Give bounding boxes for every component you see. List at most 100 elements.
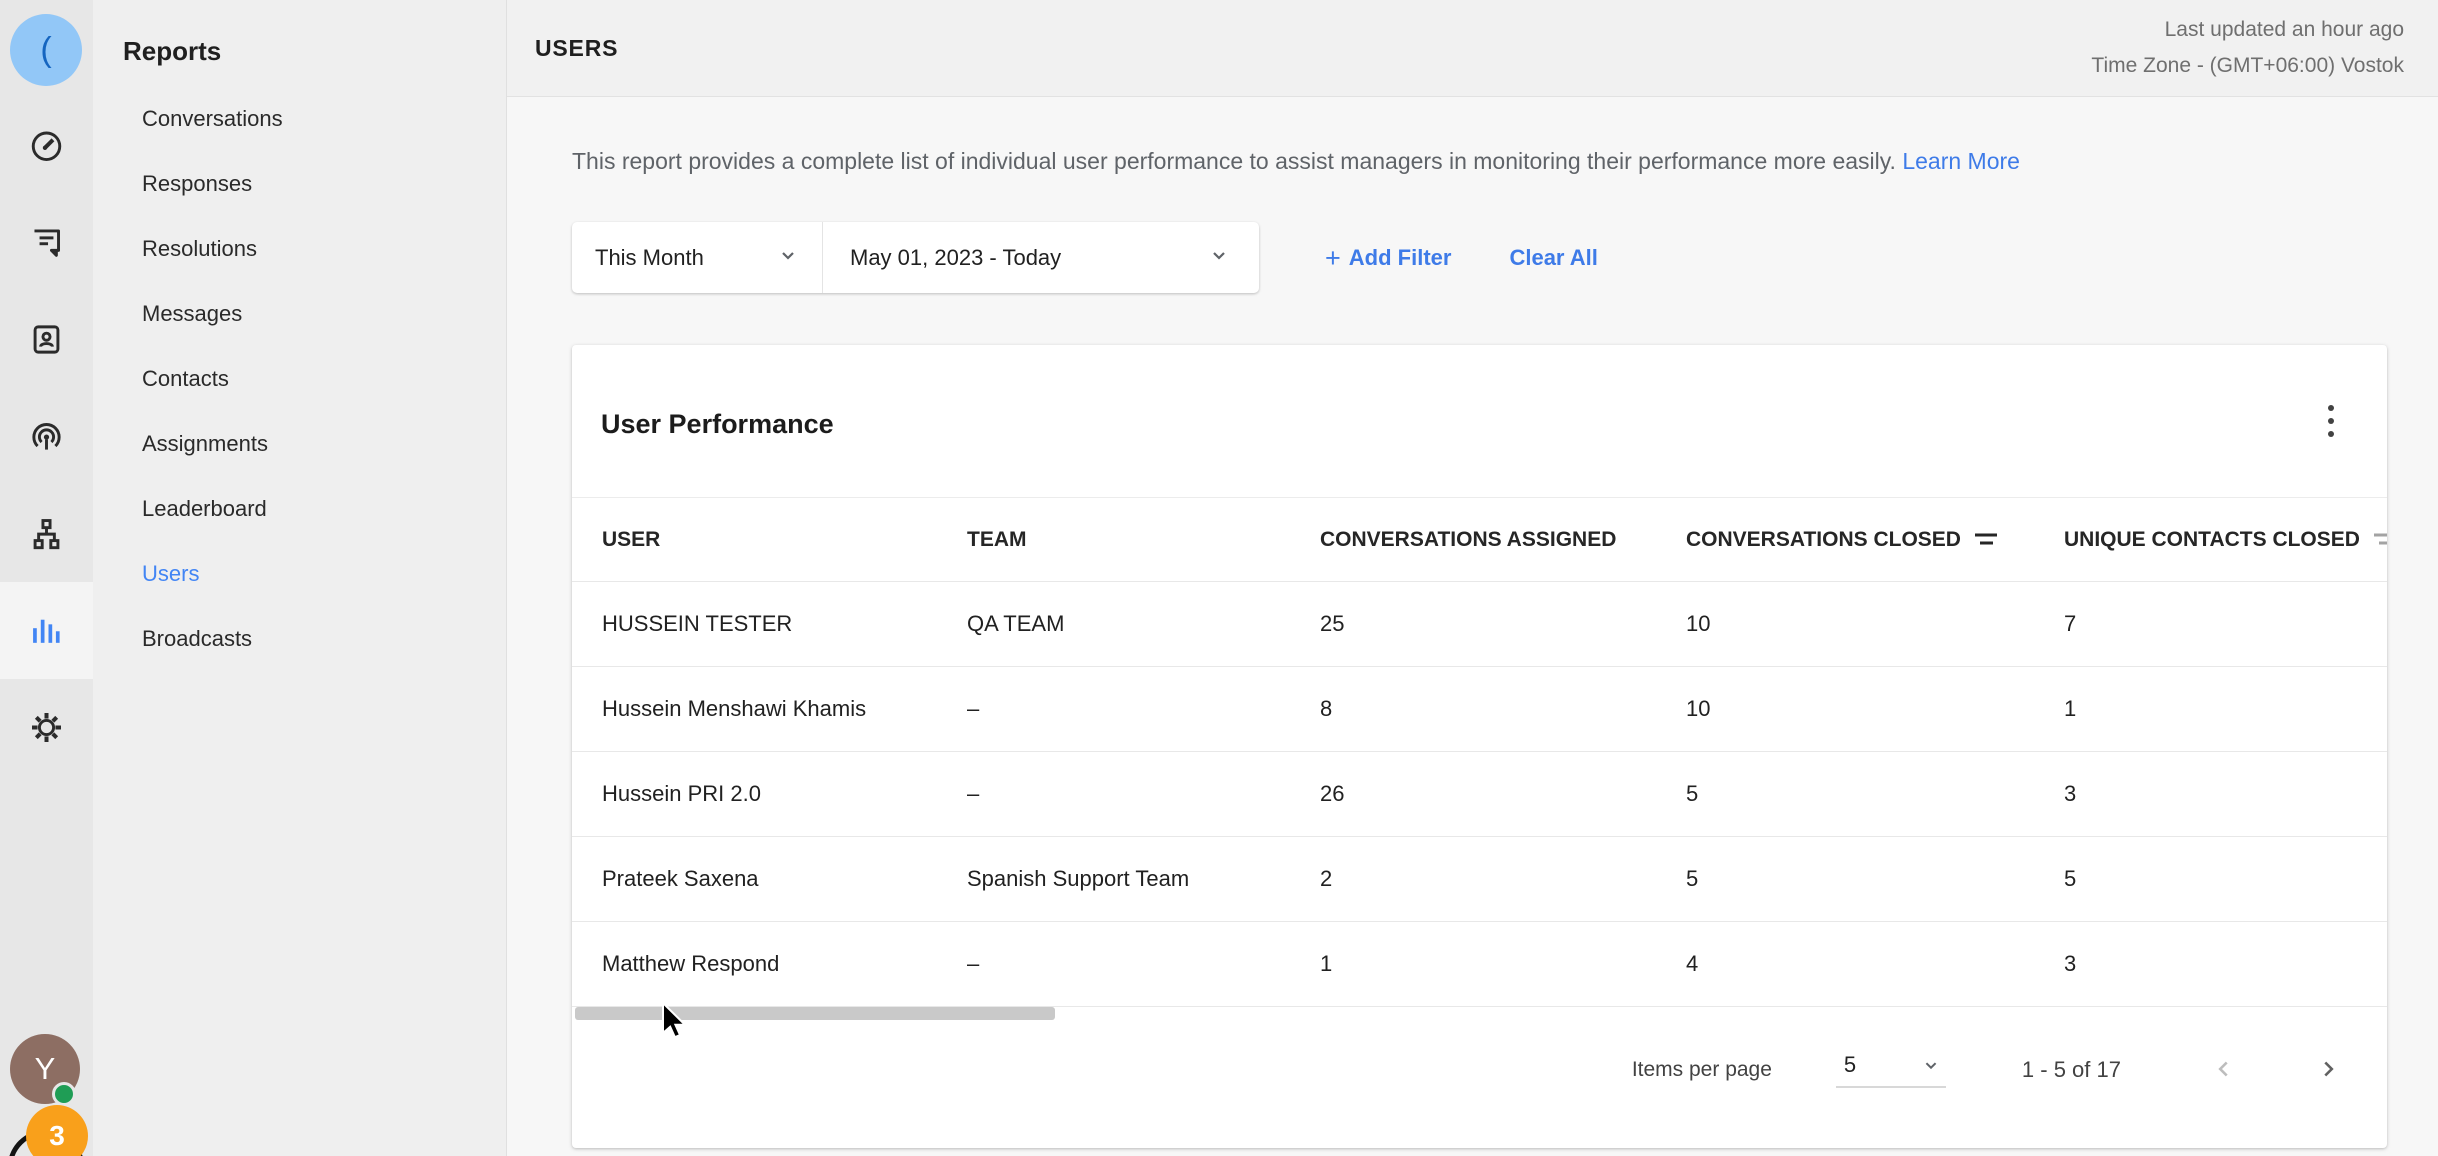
table-cell: 25	[1320, 611, 1686, 637]
inbox-chat-icon	[28, 224, 65, 261]
rail-item-dashboard[interactable]	[0, 97, 93, 194]
page-size-value: 5	[1844, 1052, 1856, 1078]
page-size-select[interactable]: 5	[1836, 1052, 1946, 1088]
table-cell: 5	[1686, 866, 2064, 892]
table-cell: –	[967, 781, 1320, 807]
sidebar-item-conversations[interactable]: Conversations	[93, 86, 506, 151]
previous-page-button[interactable]	[2205, 1050, 2243, 1091]
clear-all-button[interactable]: Clear All	[1509, 245, 1597, 271]
column-header[interactable]: CONVERSATIONS ASSIGNED	[1320, 528, 1686, 552]
sidebar-item-broadcasts[interactable]: Broadcasts	[93, 606, 506, 671]
table-cell: 3	[2064, 781, 2387, 807]
table-cell: 5	[1686, 781, 2064, 807]
chevron-down-icon	[776, 243, 800, 272]
rail-item-broadcast[interactable]	[0, 388, 93, 485]
column-header[interactable]: TEAM	[967, 528, 1320, 552]
sort-icon[interactable]	[1973, 529, 1999, 551]
table-cell: 7	[2064, 611, 2387, 637]
filter-row: This Month May 01, 2023 - Today + Add Fi…	[572, 222, 1598, 293]
table-cell: 8	[1320, 696, 1686, 722]
settings-gear-icon	[28, 709, 65, 746]
table-row[interactable]: Matthew Respond–143	[572, 922, 2387, 1007]
table-cell: 1	[1320, 951, 1686, 977]
broadcast-antenna-icon	[28, 418, 65, 455]
report-meta: Last updated an hour ago Time Zone - (GM…	[2091, 12, 2404, 84]
learn-more-link[interactable]: Learn More	[1902, 148, 2020, 174]
column-header-label: CONVERSATIONS ASSIGNED	[1320, 528, 1616, 552]
page-topbar: USERS Last updated an hour ago Time Zone…	[507, 0, 2438, 97]
page-title: USERS	[535, 35, 618, 62]
date-range-dropdown[interactable]: May 01, 2023 - Today	[823, 222, 1259, 293]
sort-icon[interactable]	[2372, 529, 2387, 551]
rail-item-contacts[interactable]	[0, 291, 93, 388]
timezone-text: Time Zone - (GMT+06:00) Vostok	[2091, 48, 2404, 84]
card-title: User Performance	[601, 409, 834, 440]
table-cell: 10	[1686, 611, 2064, 637]
table-cell: 2	[1320, 866, 1686, 892]
next-page-button[interactable]	[2309, 1050, 2347, 1091]
period-value: This Month	[595, 245, 704, 271]
date-range-value: May 01, 2023 - Today	[850, 245, 1061, 271]
notification-badge[interactable]: 3	[26, 1105, 88, 1156]
card-header: User Performance	[572, 345, 2387, 497]
chevron-right-icon	[2315, 1056, 2341, 1082]
table-cell: Matthew Respond	[602, 951, 967, 977]
sidebar-item-responses[interactable]: Responses	[93, 151, 506, 216]
user-initial: Y	[35, 1051, 56, 1087]
table-row[interactable]: HUSSEIN TESTERQA TEAM25107	[572, 582, 2387, 667]
column-header[interactable]: CONVERSATIONS CLOSED	[1686, 528, 2064, 552]
rail-item-inbox[interactable]	[0, 194, 93, 291]
kebab-menu-icon[interactable]	[2311, 397, 2351, 445]
table-cell: 1	[2064, 696, 2387, 722]
page-range-label: 1 - 5 of 17	[2022, 1057, 2121, 1083]
sidebar-item-contacts[interactable]: Contacts	[93, 346, 506, 411]
period-dropdown[interactable]: This Month	[572, 222, 822, 293]
table-cell: QA TEAM	[967, 611, 1320, 637]
last-updated-text: Last updated an hour ago	[2091, 12, 2404, 48]
contacts-card-icon	[28, 321, 65, 358]
rail-item-settings[interactable]	[0, 679, 93, 776]
items-per-page-label: Items per page	[1632, 1058, 1772, 1082]
table-row[interactable]: Hussein Menshawi Khamis–8101	[572, 667, 2387, 752]
paginator: Items per page 5 1 - 5 of 17	[572, 1025, 2347, 1115]
table-cell: 10	[1686, 696, 2064, 722]
report-description-text: This report provides a complete list of …	[572, 148, 1896, 174]
app-window: (	[0, 0, 2438, 1156]
date-filter-box: This Month May 01, 2023 - Today	[572, 222, 1259, 293]
chevron-left-icon	[2211, 1056, 2237, 1082]
chevron-down-icon	[1920, 1054, 1942, 1076]
plus-icon: +	[1325, 247, 1341, 269]
column-header-label: CONVERSATIONS CLOSED	[1686, 528, 1961, 552]
icon-rail: (	[0, 0, 93, 1156]
table-cell: Prateek Saxena	[602, 866, 967, 892]
table-header-row: USER TEAM CONVERSATIONS ASSIGNED CONVERSATI…	[572, 497, 2387, 582]
horizontal-scrollbar[interactable]	[575, 1007, 1055, 1020]
sidebar-item-users[interactable]: Users	[93, 541, 506, 606]
column-header-label: TEAM	[967, 528, 1027, 552]
online-status-dot	[52, 1082, 76, 1106]
column-header-label: UNIQUE CONTACTS CLOSED	[2064, 528, 2360, 552]
table-cell: Spanish Support Team	[967, 866, 1320, 892]
table-row[interactable]: Prateek SaxenaSpanish Support Team255	[572, 837, 2387, 922]
column-header[interactable]: USER	[602, 528, 967, 552]
sidebar-item-resolutions[interactable]: Resolutions	[93, 216, 506, 281]
workspace-avatar[interactable]: (	[10, 14, 82, 86]
table-body: HUSSEIN TESTERQA TEAM25107Hussein Mensha…	[572, 582, 2387, 1007]
table-row[interactable]: Hussein PRI 2.0–2653	[572, 752, 2387, 837]
sidebar-item-messages[interactable]: Messages	[93, 281, 506, 346]
sidebar-item-assignments[interactable]: Assignments	[93, 411, 506, 476]
filter-actions: + Add Filter Clear All	[1325, 245, 1598, 271]
rail-item-reports[interactable]	[0, 582, 93, 679]
reports-bar-chart-icon	[28, 612, 65, 649]
table-cell: 26	[1320, 781, 1686, 807]
column-header[interactable]: UNIQUE CONTACTS CLOSED	[2064, 528, 2387, 552]
add-filter-label: Add Filter	[1349, 245, 1452, 271]
user-performance-card: User Performance USER TEAM CONVERSATIONS A…	[572, 345, 2387, 1148]
rail-item-workflows[interactable]	[0, 485, 93, 582]
table-cell: HUSSEIN TESTER	[602, 611, 967, 637]
sidebar-title: Reports	[93, 34, 506, 68]
dashboard-gauge-icon	[28, 127, 65, 164]
sidebar-item-leaderboard[interactable]: Leaderboard	[93, 476, 506, 541]
column-header-label: USER	[602, 528, 660, 552]
add-filter-button[interactable]: + Add Filter	[1325, 245, 1451, 271]
